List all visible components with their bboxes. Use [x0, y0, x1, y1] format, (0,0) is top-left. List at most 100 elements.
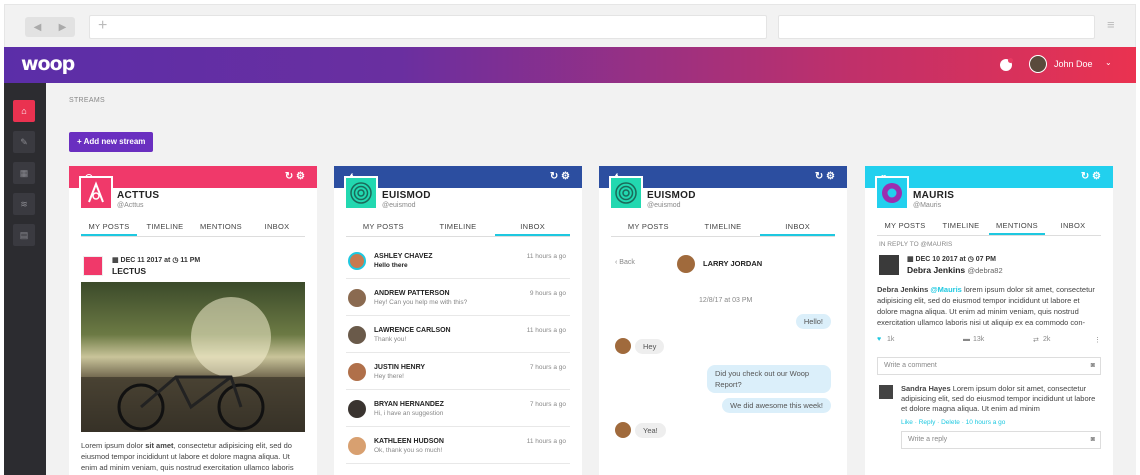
profile-name: EUISMOD [382, 190, 431, 201]
chat-message-in: Yea! [635, 423, 666, 438]
chart-icon[interactable]: ▤ [13, 224, 35, 246]
list-item[interactable]: ASHLEY CHAVEZ Hello there 11 hours a go [346, 242, 570, 279]
avatar [615, 338, 631, 354]
message-time: 11 hours a go [526, 327, 566, 334]
sender-name: LAWRENCE CARLSON [374, 327, 451, 334]
message-time: 11 hours a go [526, 253, 566, 260]
tab-timeline[interactable]: TIMELINE [421, 219, 496, 236]
chat-date: 12/8/17 at 03 PM [699, 297, 753, 304]
stream-column-acttus: ◎ ↻ ⚙ ACTTUS @Acttus MY POSTS TIMELINE M… [69, 166, 317, 475]
profile-logo [344, 176, 378, 210]
profile-handle: @euismod [647, 202, 681, 209]
avatar [615, 422, 631, 438]
list-item[interactable]: JUSTIN HENRY Hey there! 7 hours a go [346, 353, 570, 390]
browser-nav-buttons: ◀ ▶ [25, 17, 75, 37]
profile-name: ACTTUS [117, 190, 160, 201]
column-actions[interactable]: ↻ ⚙ [550, 171, 570, 182]
column-tabs: MY POSTS TIMELINE MENTIONS INBOX [877, 218, 1101, 236]
mention-stats: ♥ 1k ▬ 13k ⇄ 2k ⋮ [877, 336, 1101, 348]
mention-author: Debra Jenkins @debra82 [907, 265, 1003, 275]
column-actions[interactable]: ↻ ⚙ [1081, 171, 1101, 182]
sender-name: ANDREW PATTERSON [374, 290, 450, 297]
logo[interactable]: woop [21, 53, 75, 75]
list-item[interactable]: KATHLEEN HUDSON Ok, thank you so much! 11 … [346, 427, 570, 464]
profile-handle: @Mauris [913, 202, 942, 209]
avatar [677, 255, 695, 273]
profile-logo [875, 176, 909, 210]
tab-inbox[interactable]: INBOX [760, 219, 836, 236]
add-stream-button[interactable]: + Add new stream [69, 132, 154, 152]
sender-name: ASHLEY CHAVEZ [374, 253, 433, 260]
list-item[interactable]: LAWRENCE CARLSON Thank you! 11 hours a go [346, 316, 570, 353]
mention-text: Debra Jenkins @Mauris lorem ipsum dolor … [877, 285, 1095, 327]
retweet-icon[interactable]: ⇄ [1033, 336, 1039, 344]
mention-date: ▦ DEC 10 2017 at ◷ 07 PM [907, 256, 996, 263]
camera-icon[interactable]: ◙ [1091, 358, 1095, 374]
column-tabs: MY POSTS TIMELINE INBOX [611, 219, 836, 237]
hamburger-icon[interactable]: ≡ [1107, 17, 1115, 32]
chat-message-out: We did awesome this week! [722, 398, 831, 413]
stream-column-euismod-inbox: f ↻ ⚙ EUISMOD @euismod MY POSTS TIMELINE… [334, 166, 582, 475]
reply-actions[interactable]: Like · Reply · Delete · 10 hours a go [901, 419, 1005, 426]
edit-icon[interactable]: ✎ [13, 131, 35, 153]
tab-timeline[interactable]: TIMELINE [137, 219, 193, 236]
post-image[interactable] [81, 282, 305, 432]
calendar-icon[interactable]: ▦ [13, 162, 35, 184]
comment-input[interactable]: Write a comment ◙ [877, 357, 1101, 375]
camera-icon[interactable]: ◙ [1091, 432, 1095, 448]
notification-icon[interactable] [1000, 58, 1013, 71]
tab-my-posts[interactable]: MY POSTS [611, 219, 686, 236]
retweet-count: 2k [1043, 336, 1051, 343]
breadcrumb: STREAMS [69, 97, 105, 104]
home-icon[interactable]: ⌂ [13, 100, 35, 122]
new-tab-icon[interactable]: + [98, 17, 107, 34]
message-preview: Ok, thank you so much! [374, 447, 443, 454]
rss-icon[interactable]: ≋ [13, 193, 35, 215]
avatar [348, 326, 366, 344]
tab-timeline[interactable]: TIMELINE [686, 219, 761, 236]
list-item[interactable]: ANDREW PATTERSON Hey! Can you help me wit… [346, 279, 570, 316]
user-name[interactable]: John Doe [1054, 59, 1093, 69]
heart-icon[interactable]: ♥ [877, 336, 881, 343]
chat-message-out: Hello! [795, 314, 831, 329]
chat-back-button[interactable]: ‹ Back [615, 259, 635, 266]
column-actions[interactable]: ↻ ⚙ [285, 171, 305, 182]
column-actions[interactable]: ↻ ⚙ [815, 171, 835, 182]
avatar[interactable] [1029, 55, 1047, 73]
tab-my-posts[interactable]: MY POSTS [81, 219, 137, 236]
message-preview: Hello there [374, 262, 408, 269]
tab-inbox[interactable]: INBOX [495, 219, 571, 236]
post-date: ▦ DEC 11 2017 at ◷ 11 PM [112, 257, 201, 264]
avatar [348, 363, 366, 381]
browser-search-bar[interactable] [778, 15, 1095, 39]
avatar [348, 252, 366, 270]
chat-message-out: Did you check out our Woop Report? [707, 365, 831, 393]
comment-count: 13k [973, 336, 985, 343]
tab-my-posts[interactable]: MY POSTS [346, 219, 421, 236]
tab-inbox[interactable]: INBOX [1045, 218, 1101, 235]
message-time: 11 hours a go [526, 438, 566, 445]
tab-my-posts[interactable]: MY POSTS [877, 218, 933, 235]
forward-icon[interactable]: ▶ [59, 22, 67, 33]
reply-input[interactable]: Write a reply ◙ [901, 431, 1101, 449]
address-bar[interactable]: + [89, 15, 767, 39]
message-preview: Hey! Can you help me with this? [374, 299, 468, 306]
tab-mentions[interactable]: MENTIONS [989, 218, 1045, 235]
post-text: Lorem ipsum dolor sit amet, consectetur … [81, 441, 294, 472]
comment-icon[interactable]: ▬ [963, 336, 970, 343]
chevron-down-icon[interactable]: ⌄ [1105, 58, 1112, 67]
sender-name: KATHLEEN HUDSON [374, 438, 444, 445]
inbox-list: ASHLEY CHAVEZ Hello there 11 hours a go AN… [346, 242, 570, 464]
tab-mentions[interactable]: MENTIONS [193, 219, 249, 236]
column-tabs: MY POSTS TIMELINE INBOX [346, 219, 571, 237]
profile-name: EUISMOD [647, 190, 696, 201]
tab-inbox[interactable]: INBOX [249, 219, 305, 236]
more-icon[interactable]: ⋮ [1094, 336, 1101, 344]
back-icon[interactable]: ◀ [34, 22, 42, 33]
avatar [879, 255, 899, 275]
message-preview: Hey there! [374, 373, 404, 380]
list-item[interactable]: BRYAN HERNANDEZ Hi, i have an suggestion 7… [346, 390, 570, 427]
tab-timeline[interactable]: TIMELINE [933, 218, 989, 235]
sidebar: ⌂ ✎ ▦ ≋ ▤ [4, 83, 46, 475]
message-time: 7 hours a go [529, 364, 566, 371]
